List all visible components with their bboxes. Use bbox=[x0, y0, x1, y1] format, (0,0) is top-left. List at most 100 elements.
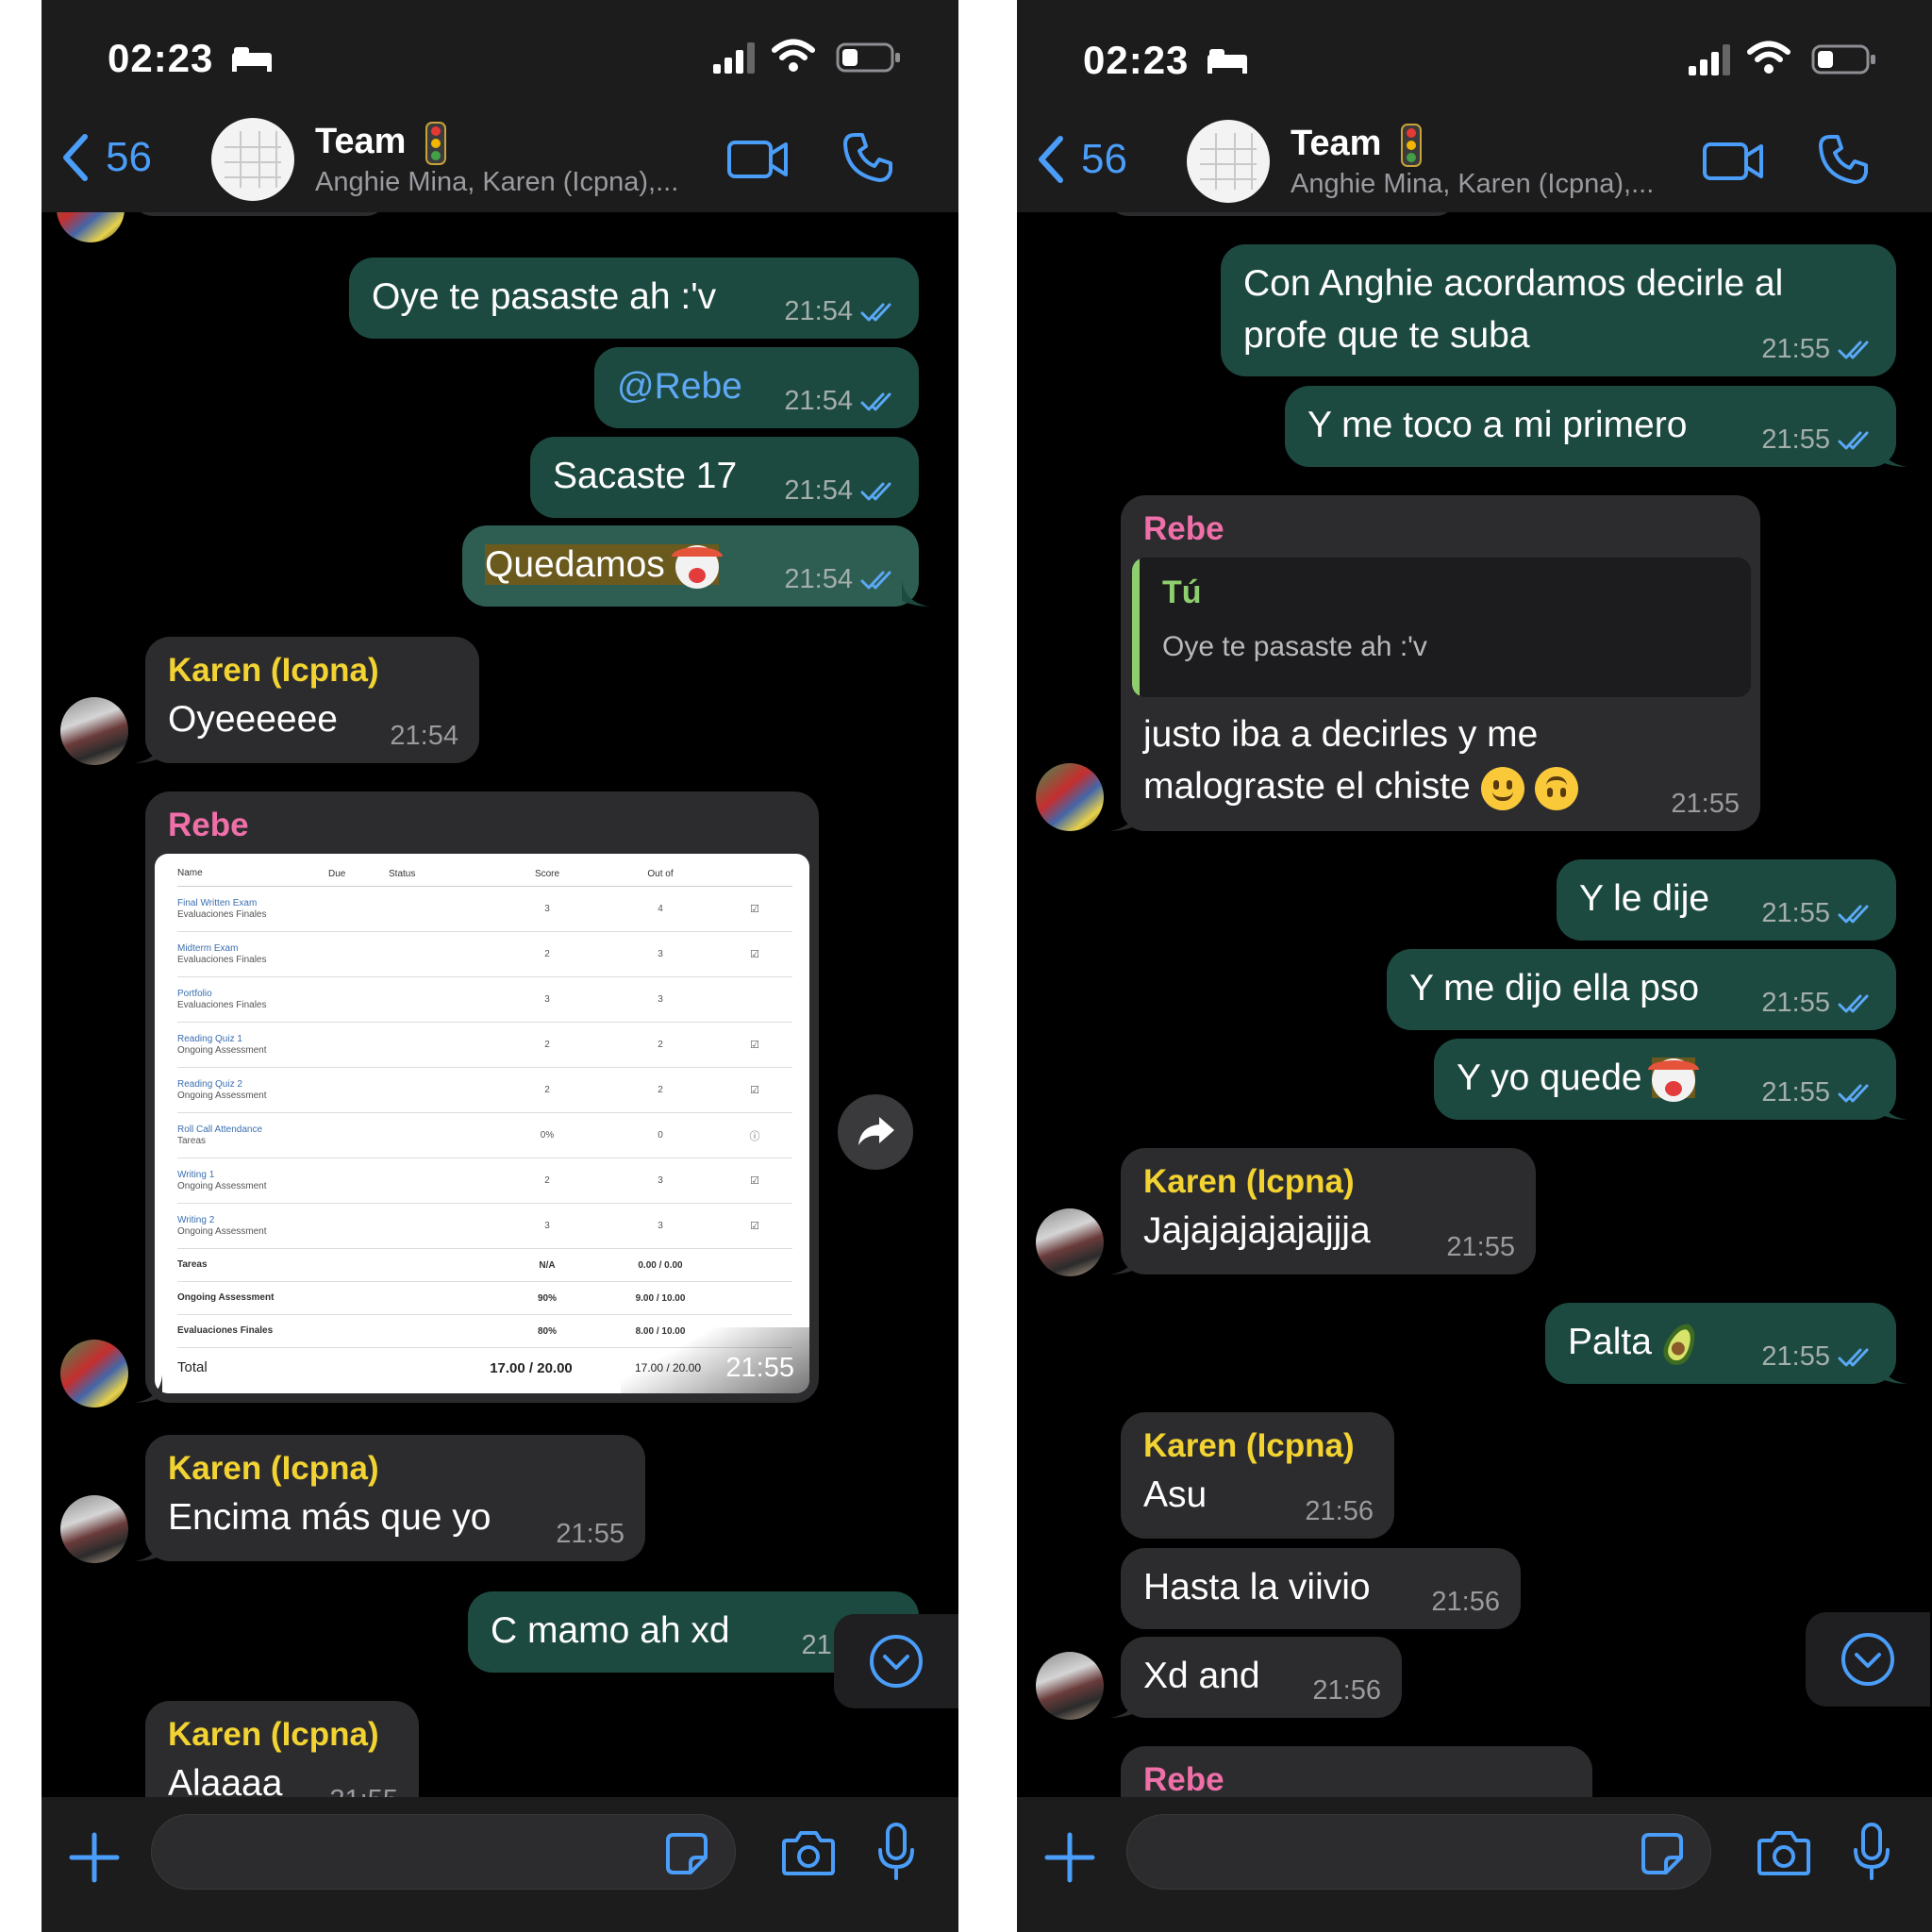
chevron-left-icon bbox=[63, 134, 88, 181]
message-bubble-incoming[interactable]: Karen (Icpna) Encima más que yo 21:55 bbox=[145, 1435, 645, 1561]
message-bubble-outgoing[interactable]: Y yo quede 21:55 bbox=[1434, 1039, 1896, 1120]
group-members: Anghie Mina, Karen (Icpna),... bbox=[315, 167, 679, 197]
grade-out-of-cell: 3 bbox=[658, 1175, 663, 1186]
message-bubble-incoming[interactable]: Hasta la viivio 21:56 bbox=[1121, 1548, 1521, 1629]
grade-score-cell: 3 bbox=[544, 1221, 550, 1231]
grades-screenshot-image[interactable]: Name Due Status Score Out of Final Writt… bbox=[155, 854, 809, 1393]
sender-name[interactable]: Karen (Icpna) bbox=[168, 1701, 396, 1757]
message-bubble-incoming[interactable]: Rebe bbox=[1121, 1746, 1592, 1797]
read-receipt-icon bbox=[860, 391, 898, 412]
grade-item-category: Ongoing Assessment bbox=[177, 1090, 267, 1101]
grade-item-link[interactable]: Writing 1 bbox=[177, 1170, 328, 1181]
message-time: 21:55 bbox=[1761, 1341, 1830, 1372]
scroll-to-bottom-button[interactable] bbox=[1806, 1612, 1930, 1707]
message-bubble-outgoing[interactable]: Y me toco a mi primero 21:55 bbox=[1285, 386, 1896, 467]
status-time: 02:23 bbox=[108, 36, 214, 80]
microphone-icon[interactable] bbox=[877, 1822, 915, 1882]
message-time: 21:55 bbox=[1761, 988, 1830, 1018]
group-avatar[interactable] bbox=[1187, 120, 1270, 203]
message-bubble-outgoing[interactable]: Y le dije 21:55 bbox=[1557, 859, 1896, 941]
avatar-karen[interactable] bbox=[1036, 1652, 1104, 1720]
message-input[interactable] bbox=[151, 1814, 736, 1890]
microphone-icon[interactable] bbox=[1853, 1822, 1890, 1882]
quoted-message[interactable]: Tú Oye te pasaste ah :'v bbox=[1132, 558, 1751, 697]
message-bubble-incoming[interactable]: Karen (Icpna) Jajajajajajajjja 21:55 bbox=[1121, 1148, 1536, 1274]
message-bubble-outgoing[interactable]: Sacaste 17 21:54 bbox=[530, 437, 919, 518]
message-bubble-image[interactable]: Rebe Name Due Status Score Out of Final … bbox=[145, 791, 819, 1403]
grades-table-row: Writing 2 Ongoing Assessment 3 3 ☑ bbox=[177, 1204, 792, 1249]
grades-table-row: Roll Call Attendance Tareas 0% 0 ⓘ bbox=[177, 1113, 792, 1158]
message-bubble-incoming[interactable]: Karen (Icpna) Asu 21:56 bbox=[1121, 1412, 1394, 1539]
mention-link[interactable]: @Rebe bbox=[617, 366, 742, 407]
video-call-icon[interactable] bbox=[1702, 139, 1764, 184]
sender-name[interactable]: Karen (Icpna) bbox=[1143, 1412, 1372, 1469]
sticker-icon[interactable] bbox=[1640, 1831, 1685, 1876]
scroll-to-bottom-button[interactable] bbox=[834, 1614, 958, 1708]
grade-status-icon: ☑ bbox=[750, 1221, 759, 1232]
sender-name[interactable]: Karen (Icpna) bbox=[168, 1435, 623, 1491]
sender-name[interactable]: Rebe bbox=[1121, 495, 1760, 552]
camera-icon[interactable] bbox=[781, 1827, 836, 1878]
grades-table-body: Final Written Exam Evaluaciones Finales 3 4… bbox=[177, 887, 792, 1388]
group-name[interactable]: Team bbox=[315, 122, 447, 165]
sticker-icon[interactable] bbox=[664, 1831, 709, 1876]
avatar-karen[interactable] bbox=[60, 1495, 128, 1563]
bubble-tail bbox=[134, 735, 162, 763]
phone-screen-right: 02:23 56 Team Anghie Mina, Karen (Icpna)… bbox=[1017, 0, 1932, 1932]
grade-item-link[interactable]: Writing 2 bbox=[177, 1215, 328, 1226]
chat-header: 56 Team Anghie Mina, Karen (Icpna),... bbox=[42, 108, 958, 212]
bubble-tail bbox=[1879, 1091, 1907, 1120]
message-bubble-outgoing[interactable]: Palta 21:55 bbox=[1545, 1303, 1896, 1384]
message-bubble-outgoing[interactable]: @Rebe 21:54 bbox=[594, 347, 919, 428]
message-time: 21:54 bbox=[784, 386, 853, 416]
bubble-tail bbox=[1109, 803, 1138, 831]
avatar-rebe[interactable] bbox=[60, 1340, 128, 1407]
message-time: 21:54 bbox=[784, 296, 853, 326]
message-bubble-outgoing[interactable]: Y me dijo ella pso 21:55 bbox=[1387, 949, 1896, 1030]
grade-item-link[interactable]: Midterm Exam bbox=[177, 943, 328, 955]
message-list[interactable]: Con Anghie acordamos decirle al profe qu… bbox=[1017, 212, 1932, 1797]
sender-name[interactable]: Karen (Icpna) bbox=[1143, 1148, 1513, 1205]
sender-name[interactable]: Rebe bbox=[1143, 1746, 1570, 1797]
grade-item-link[interactable]: Portfolio bbox=[177, 989, 328, 1000]
sender-name[interactable]: Rebe bbox=[145, 791, 819, 848]
grade-item-name: Writing 2 Ongoing Assessment bbox=[177, 1215, 328, 1238]
avatar-karen[interactable] bbox=[60, 697, 128, 765]
message-bubble-outgoing[interactable]: Oye te pasaste ah :'v 21:54 bbox=[349, 258, 919, 339]
sender-name[interactable]: Karen (Icpna) bbox=[168, 637, 457, 693]
message-meta: 21:55 bbox=[1761, 334, 1875, 365]
message-bubble-incoming[interactable]: Xd and 21:56 bbox=[1121, 1637, 1402, 1718]
message-list[interactable]: Oye te pasaste ah :'v 21:54 @Rebe 21:54 … bbox=[42, 212, 958, 1797]
grades-summary-row: Tareas N/A 0.00 / 0.00 bbox=[177, 1249, 792, 1282]
camera-icon[interactable] bbox=[1757, 1827, 1811, 1878]
back-button[interactable]: 56 bbox=[57, 129, 152, 186]
message-bubble-outgoing-selected[interactable]: Quedamos 21:54 bbox=[462, 525, 919, 607]
sleep-focus-icon bbox=[232, 47, 272, 72]
video-call-icon[interactable] bbox=[726, 137, 789, 182]
message-bubble-reply[interactable]: Rebe Tú Oye te pasaste ah :'v justo iba … bbox=[1121, 495, 1760, 831]
grade-item-link[interactable]: Roll Call Attendance bbox=[177, 1124, 328, 1136]
plus-icon[interactable] bbox=[1043, 1831, 1096, 1884]
message-bubble-incoming[interactable]: Karen (Icpna) Alaaaa 21:55 bbox=[145, 1701, 419, 1797]
back-button[interactable]: 56 bbox=[1032, 131, 1127, 188]
group-name[interactable]: Team bbox=[1291, 124, 1423, 167]
message-time: 21:56 bbox=[1312, 1675, 1381, 1706]
group-members: Anghie Mina, Karen (Icpna),... bbox=[1291, 169, 1655, 199]
group-avatar[interactable] bbox=[211, 118, 294, 201]
grade-item-link[interactable]: Final Written Exam bbox=[177, 898, 328, 909]
plus-icon[interactable] bbox=[68, 1831, 121, 1884]
message-bubble-incoming[interactable]: Karen (Icpna) Oyeeeeee 21:54 bbox=[145, 637, 479, 763]
grade-item-name: Midterm Exam Evaluaciones Finales bbox=[177, 943, 328, 966]
grade-item-link[interactable]: Reading Quiz 1 bbox=[177, 1034, 328, 1045]
forward-button[interactable] bbox=[838, 1094, 913, 1170]
message-input[interactable] bbox=[1126, 1814, 1711, 1890]
grades-summary-row: Ongoing Assessment 90% 9.00 / 10.00 bbox=[177, 1282, 792, 1315]
message-bubble-outgoing[interactable]: Con Anghie acordamos decirle al profe qu… bbox=[1221, 244, 1896, 376]
avatar-rebe[interactable] bbox=[1036, 763, 1104, 831]
composer-bar bbox=[1017, 1797, 1932, 1932]
message-time: 21:54 bbox=[390, 721, 458, 751]
phone-call-icon[interactable] bbox=[841, 131, 894, 184]
phone-call-icon[interactable] bbox=[1817, 133, 1870, 186]
avatar-karen[interactable] bbox=[1036, 1208, 1104, 1276]
grade-item-link[interactable]: Reading Quiz 2 bbox=[177, 1079, 328, 1091]
